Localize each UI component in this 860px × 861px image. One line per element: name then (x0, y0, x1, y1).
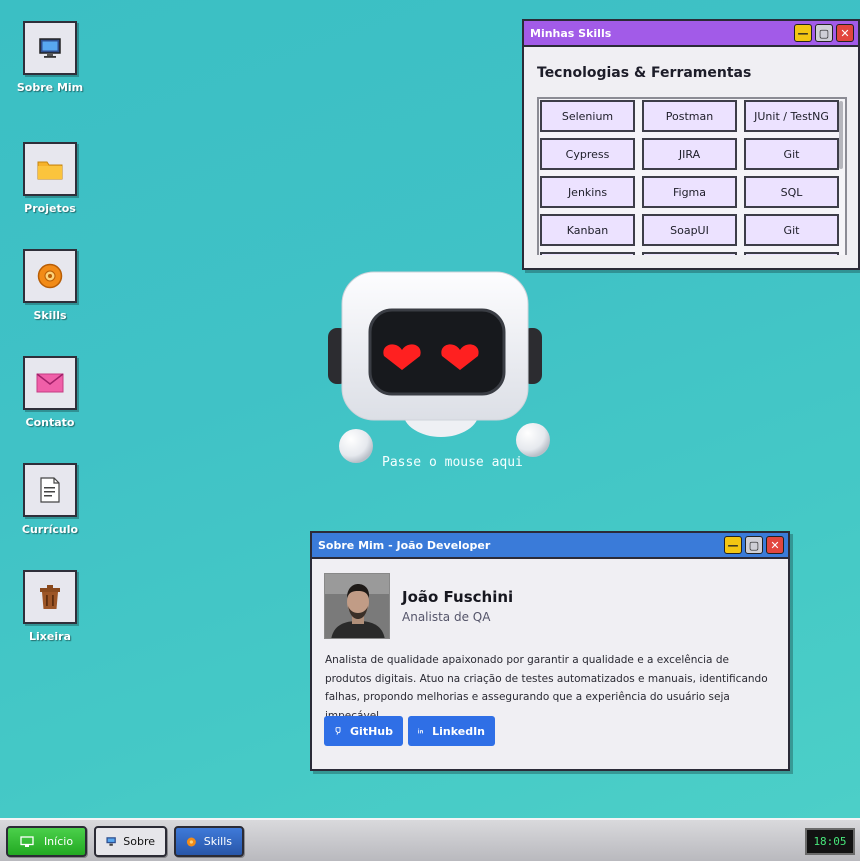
skills-heading: Tecnologias & Ferramentas (537, 65, 752, 81)
taskbar: Início Sobre Skills 18:05 (0, 818, 860, 861)
monitor-icon (20, 835, 34, 847)
disc-icon (186, 837, 196, 846)
minimize-button[interactable]: — (794, 24, 812, 42)
taskbar-item-label: Skills (203, 835, 232, 848)
taskbar-item-skills[interactable]: Skills (174, 826, 244, 857)
linkedin-label: LinkedIn (432, 724, 485, 738)
desktop-icon-label: Projetos (24, 202, 76, 215)
desktop-icon-label: Lixeira (29, 630, 71, 643)
skill-item[interactable]: SQL (744, 176, 839, 208)
github-icon (335, 727, 341, 735)
monitor-icon (106, 837, 116, 846)
taskbar-item-label: Sobre (123, 835, 155, 848)
desktop-icon-label: Skills (33, 309, 67, 322)
about-window-titlebar[interactable]: Sobre Mim - João Developer — ▢ ✕ (312, 533, 788, 559)
desktop-icon-contato[interactable]: Contato (10, 356, 90, 429)
desktop-icon-label: Contato (25, 416, 75, 429)
skill-item[interactable]: Git (744, 138, 839, 170)
close-button[interactable]: ✕ (766, 536, 784, 554)
taskbar-item-sobre[interactable]: Sobre (94, 826, 167, 857)
skill-item[interactable]: Cypress (540, 138, 635, 170)
skills-grid: Selenium Postman JUnit / TestNG Cypress JIRA… (539, 99, 845, 255)
skill-item[interactable]: Git (744, 214, 839, 246)
skill-item[interactable]: Selenium (540, 100, 635, 132)
about-window: Sobre Mim - João Developer — ▢ ✕ João Fu… (310, 531, 790, 771)
profile-role: Analista de QA (402, 610, 491, 624)
desktop-icon-label: Currículo (21, 523, 79, 536)
envelope-icon (23, 356, 77, 410)
skill-item[interactable]: JUnit / TestNG (744, 100, 839, 132)
profile-name: João Fuschini (402, 588, 514, 606)
profile-bio: Analista de qualidade apaixonado por gar… (325, 654, 768, 722)
monitor-icon (23, 21, 77, 75)
robot-hint-text: Passe o mouse aqui (382, 455, 523, 470)
desktop-icon-skills[interactable]: Skills (10, 249, 90, 322)
skill-item[interactable]: JIRA (642, 138, 737, 170)
skill-item[interactable]: Figma (642, 176, 737, 208)
profile-photo (324, 573, 390, 639)
taskbar-clock: 18:05 (805, 828, 855, 855)
minimize-button[interactable]: — (724, 536, 742, 554)
skill-item-partial[interactable] (744, 252, 839, 255)
skills-window-titlebar[interactable]: Minhas Skills — ▢ ✕ (524, 21, 858, 47)
skill-item[interactable]: SoapUI (642, 214, 737, 246)
close-button[interactable]: ✕ (836, 24, 854, 42)
github-label: GitHub (350, 724, 393, 738)
desktop-icon-sobre-mim[interactable]: Sobre Mim (10, 21, 90, 94)
window-title: Minhas Skills (530, 26, 612, 40)
skills-list[interactable]: Selenium Postman JUnit / TestNG Cypress JIRA… (537, 97, 847, 255)
skills-window: Minhas Skills — ▢ ✕ Tecnologias & Ferram… (522, 19, 860, 270)
maximize-button[interactable]: ▢ (745, 536, 763, 554)
disc-icon (23, 249, 77, 303)
desktop-icon-curriculo[interactable]: Currículo (10, 463, 90, 536)
trash-icon (23, 570, 77, 624)
linkedin-button[interactable]: LinkedIn (408, 716, 495, 746)
github-button[interactable]: GitHub (324, 716, 403, 746)
window-title: Sobre Mim - João Developer (318, 538, 491, 552)
desktop-icon-label: Sobre Mim (16, 81, 84, 94)
robot-mascot[interactable] (326, 270, 556, 480)
start-button[interactable]: Início (6, 826, 87, 857)
start-label: Início (43, 835, 74, 848)
scrollbar-thumb[interactable] (839, 101, 843, 169)
document-icon (23, 463, 77, 517)
skill-item-partial[interactable] (540, 252, 635, 255)
folder-icon (23, 142, 77, 196)
skill-item[interactable]: Jenkins (540, 176, 635, 208)
desktop-icon-projetos[interactable]: Projetos (10, 142, 90, 215)
maximize-button[interactable]: ▢ (815, 24, 833, 42)
desktop-icon-lixeira[interactable]: Lixeira (10, 570, 90, 643)
skill-item[interactable]: Kanban (540, 214, 635, 246)
linkedin-icon (418, 728, 424, 734)
skill-item-partial[interactable] (642, 252, 737, 255)
skill-item[interactable]: Postman (642, 100, 737, 132)
